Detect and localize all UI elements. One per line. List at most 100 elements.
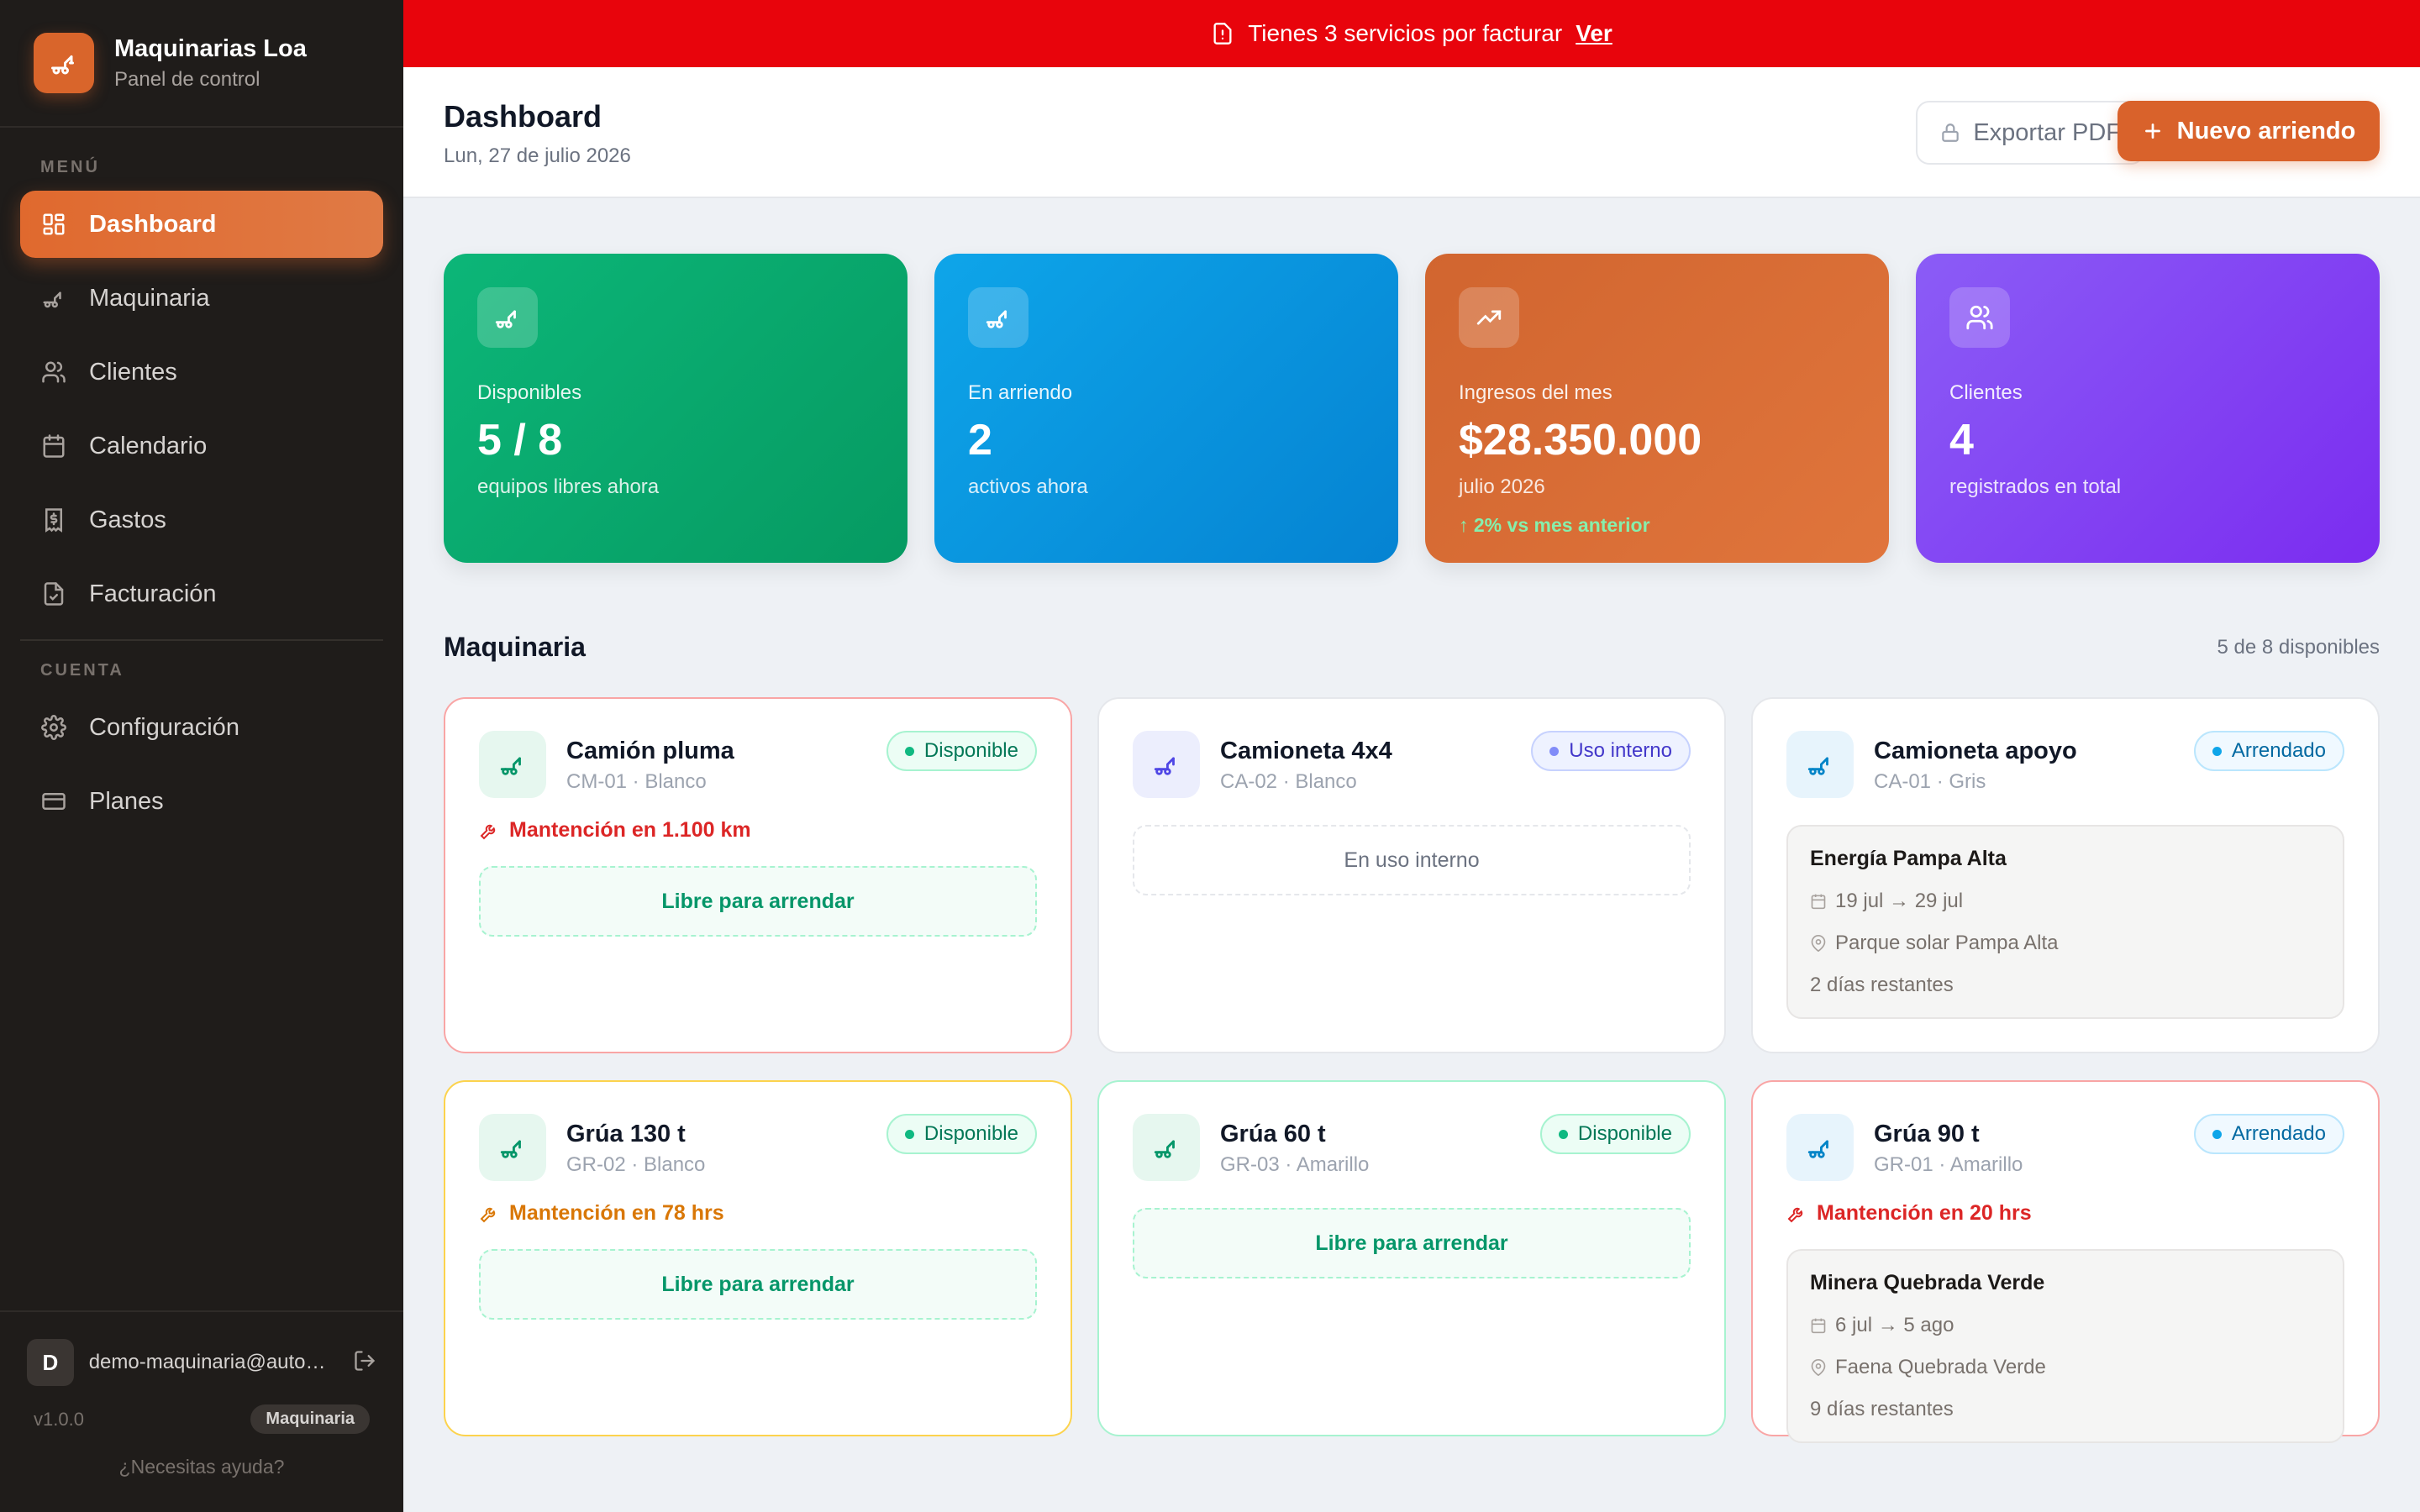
machine-card[interactable]: Grúa 90 t GR-01 · Amarillo Arrendado Man… — [1751, 1080, 2380, 1443]
plan-badge: Maquinaria — [250, 1404, 370, 1434]
export-label: Exportar PDF — [1973, 118, 2121, 146]
maintenance-alert: Mantención en 78 hrs — [479, 1201, 1037, 1226]
stat-label: Disponibles — [477, 381, 582, 404]
stat-card-arriendo[interactable]: En arriendo 2 activos ahora — [934, 254, 1398, 563]
stat-card-disponibles[interactable]: Disponibles 5 / 8 equipos libres ahora — [444, 254, 908, 563]
status-badge: Arrendado — [2193, 731, 2344, 771]
sidebar-item-gastos[interactable]: Gastos — [20, 486, 383, 554]
stat-value: 4 — [1949, 416, 1974, 465]
crane-icon — [477, 287, 538, 348]
logout-icon[interactable] — [353, 1349, 376, 1377]
sidebar-footer: D demo-maquinaria@automatiza.cl v1.0.0 M… — [0, 1310, 403, 1512]
machine-name: Camión pluma — [566, 738, 734, 764]
rental-details[interactable]: Minera Quebrada Verde 6 jul → 5 ago Faen… — [1786, 1249, 2344, 1443]
new-rental-button[interactable]: Nuevo arriendo — [2118, 101, 2380, 161]
help-link[interactable]: ¿Necesitas ayuda? — [0, 1456, 403, 1478]
rental-remaining: 9 días restantes — [1810, 1398, 1954, 1420]
page-title: Dashboard — [444, 99, 602, 134]
available-box[interactable]: Libre para arrendar — [479, 1249, 1037, 1320]
stat-label: Ingresos del mes — [1459, 381, 1612, 404]
machinery-grid: Camión pluma CM-01 · Blanco Disponible M… — [444, 697, 2380, 1443]
sidebar-item-label: Calendario — [89, 432, 208, 459]
sidebar-item-planes[interactable]: Planes — [20, 768, 383, 835]
wrench-icon — [479, 821, 499, 841]
brand-subtitle: Panel de control — [114, 67, 260, 91]
maintenance-alert: Mantención en 1.100 km — [479, 818, 1037, 843]
machine-card[interactable]: Camioneta apoyo CA-01 · Gris Arrendado E… — [1751, 697, 2380, 1053]
sidebar: Maquinarias Loa Panel de control MENÚ Da… — [0, 0, 403, 1512]
lock-icon — [1939, 122, 1961, 144]
user-email: demo-maquinaria@automatiza.cl — [88, 1351, 339, 1373]
sidebar-item-facturacion[interactable]: Facturación — [20, 560, 383, 627]
grid-icon — [40, 211, 67, 238]
crane-icon — [968, 287, 1028, 348]
sidebar-item-clientes[interactable]: Clientes — [20, 339, 383, 406]
avatar: D — [27, 1339, 74, 1386]
crane-icon — [479, 731, 546, 798]
export-pdf-button[interactable]: Exportar PDF — [1916, 101, 2144, 165]
machine-code: GR-02 · Blanco — [566, 1153, 706, 1176]
sidebar-item-dashboard[interactable]: Dashboard — [20, 191, 383, 258]
plus-icon — [2142, 120, 2164, 142]
sidebar-item-label: Clientes — [89, 358, 177, 386]
status-badge: Disponible — [886, 731, 1037, 771]
new-rental-label: Nuevo arriendo — [2176, 117, 2356, 144]
machine-card[interactable]: Camión pluma CM-01 · Blanco Disponible M… — [444, 697, 1072, 1053]
machine-code: GR-01 · Amarillo — [1874, 1153, 2023, 1176]
crane-icon — [1786, 731, 1854, 798]
status-badge: Disponible — [886, 1114, 1037, 1154]
available-box[interactable]: Libre para arrendar — [1133, 1208, 1691, 1278]
stat-label: Clientes — [1949, 381, 2023, 404]
machine-card[interactable]: Grúa 130 t GR-02 · Blanco Disponible Man… — [444, 1080, 1072, 1436]
main-content: Tienes 3 servicios por facturar Ver Dash… — [403, 0, 2420, 1512]
rental-dates: 19 jul → 29 jul — [1810, 890, 2321, 913]
crane-icon — [479, 1114, 546, 1181]
crane-icon — [40, 285, 67, 312]
status-badge: Disponible — [1539, 1114, 1691, 1154]
machine-card[interactable]: Grúa 60 t GR-03 · Amarillo Disponible Li… — [1097, 1080, 1726, 1436]
stat-sub: registrados en total — [1949, 475, 2122, 498]
banner-link[interactable]: Ver — [1576, 20, 1612, 47]
sidebar-item-label: Dashboard — [89, 210, 217, 238]
stat-value: 2 — [968, 416, 992, 465]
stat-sub: julio 2026 — [1459, 475, 1545, 498]
calendar-icon — [1810, 1317, 1827, 1334]
machine-name: Grúa 60 t — [1220, 1121, 1326, 1147]
machine-card[interactable]: Camioneta 4x4 CA-02 · Blanco Uso interno… — [1097, 697, 1726, 1053]
wrench-icon — [479, 1204, 499, 1224]
machine-code: CA-02 · Blanco — [1220, 770, 1357, 793]
receipt-icon — [40, 507, 67, 533]
main-nav: Dashboard Maquinaria Clientes Calendario… — [0, 191, 403, 627]
banner-text: Tienes 3 servicios por facturar — [1248, 20, 1563, 46]
crane-icon — [1133, 1114, 1200, 1181]
crane-icon — [34, 33, 94, 93]
sidebar-item-configuracion[interactable]: Configuración — [20, 694, 383, 761]
sidebar-item-calendario[interactable]: Calendario — [20, 412, 383, 480]
brand[interactable]: Maquinarias Loa Panel de control — [0, 0, 403, 128]
rental-details[interactable]: Energía Pampa Alta 19 jul → 29 jul Parqu… — [1786, 825, 2344, 1019]
rental-dates: 6 jul → 5 ago — [1810, 1314, 2321, 1337]
sidebar-item-label: Gastos — [89, 506, 166, 533]
user-row: D demo-maquinaria@automatiza.cl — [0, 1312, 403, 1386]
users-icon — [1949, 287, 2010, 348]
available-box[interactable]: Libre para arrendar — [479, 866, 1037, 937]
rental-location: Parque solar Pampa Alta — [1810, 932, 2321, 955]
page-date: Lun, 27 de julio 2026 — [444, 144, 631, 167]
wrench-icon — [1786, 1204, 1807, 1224]
machine-code: CA-01 · Gris — [1874, 770, 1986, 793]
version-label: v1.0.0 — [34, 1408, 84, 1430]
sidebar-item-label: Configuración — [89, 713, 239, 741]
rental-remaining: 2 días restantes — [1810, 974, 1954, 996]
stat-label: En arriendo — [968, 381, 1073, 404]
sidebar-item-label: Maquinaria — [89, 284, 210, 312]
stat-card-ingresos[interactable]: Ingresos del mes $28.350.000 julio 2026 … — [1425, 254, 1889, 563]
crane-icon — [1786, 1114, 1854, 1181]
sidebar-item-label: Facturación — [89, 580, 217, 607]
stat-card-clientes[interactable]: Clientes 4 registrados en total — [1916, 254, 2380, 563]
account-nav: Configuración Planes — [0, 694, 403, 835]
crane-icon — [1133, 731, 1200, 798]
sidebar-item-maquinaria[interactable]: Maquinaria — [20, 265, 383, 332]
machinery-section-header: Maquinaria 5 de 8 disponibles — [444, 632, 2380, 663]
invoice-alert-banner: Tienes 3 servicios por facturar Ver — [403, 0, 2420, 67]
users-icon — [40, 359, 67, 386]
